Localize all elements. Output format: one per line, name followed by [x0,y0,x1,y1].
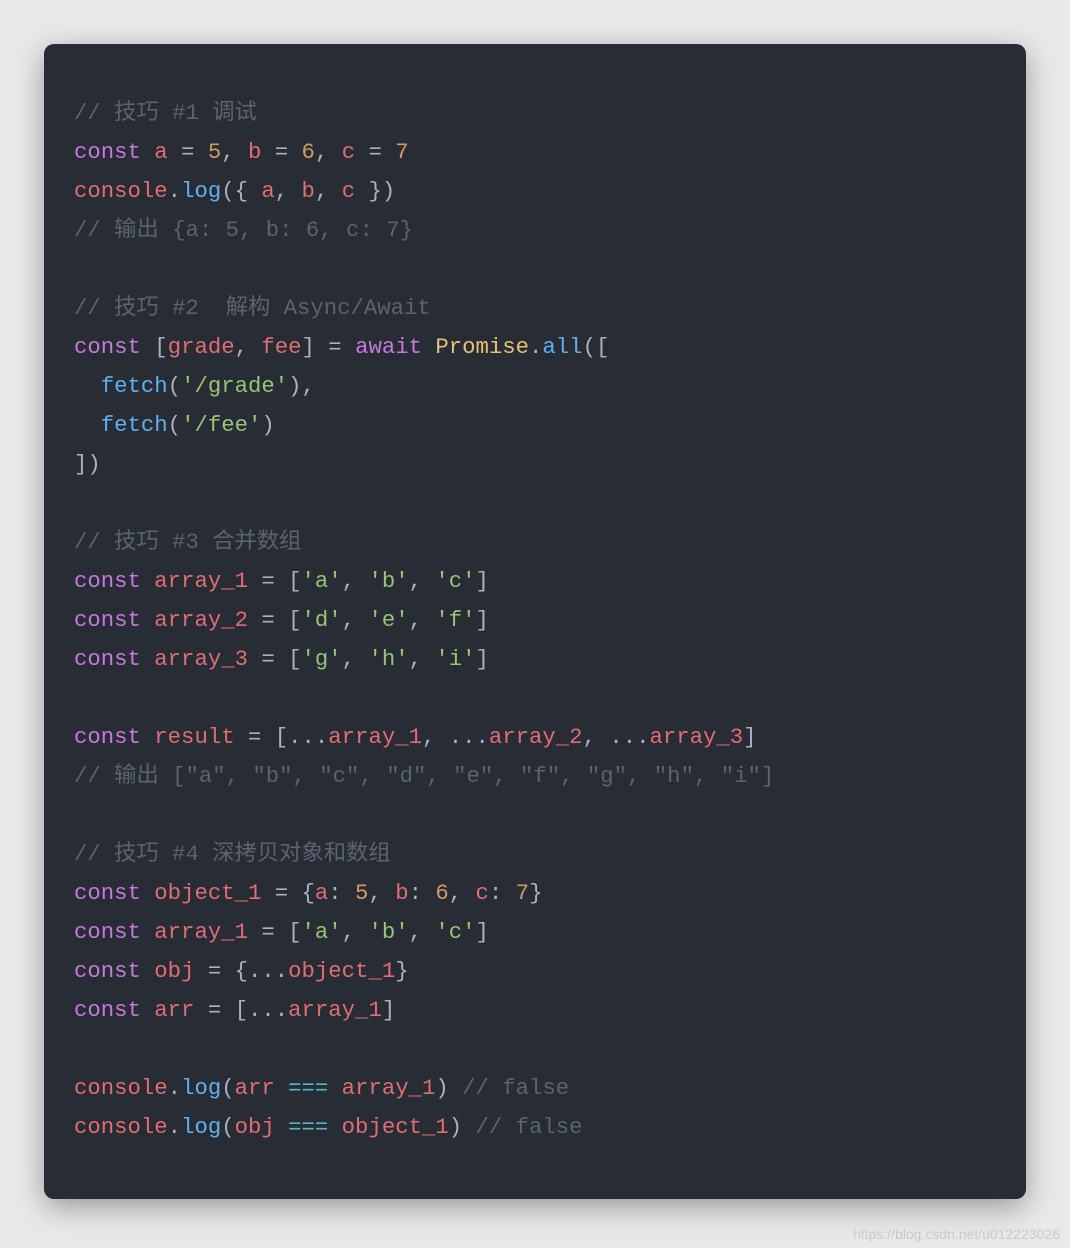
identifier: a [154,139,167,165]
comment: // 技巧 #1 调试 [74,100,257,126]
number: 5 [208,139,221,165]
class: Promise [435,334,529,360]
watermark-text: https://blog.csdn.net/u012223026 [853,1226,1060,1242]
keyword-await: await [355,334,422,360]
keyword-const: const [74,139,141,165]
comment: // 技巧 #4 深拷贝对象和数组 [74,841,391,867]
function-call: fetch [101,373,168,399]
operator: === [275,1075,342,1101]
comment: // 输出 {a: 5, b: 6, c: 7} [74,217,413,243]
identifier: console [74,178,168,204]
comment: // 技巧 #2 解构 Async/Await [74,295,431,321]
comment: // 技巧 #3 合并数组 [74,529,301,555]
code-block: // 技巧 #1 调试 const a = 5, b = 6, c = 7 co… [44,44,1026,1177]
code-card: // 技巧 #1 调试 const a = 5, b = 6, c = 7 co… [44,44,1026,1199]
string: '/grade' [181,373,288,399]
comment: // 输出 ["a", "b", "c", "d", "e", "f", "g"… [74,763,774,789]
method: log [181,178,221,204]
